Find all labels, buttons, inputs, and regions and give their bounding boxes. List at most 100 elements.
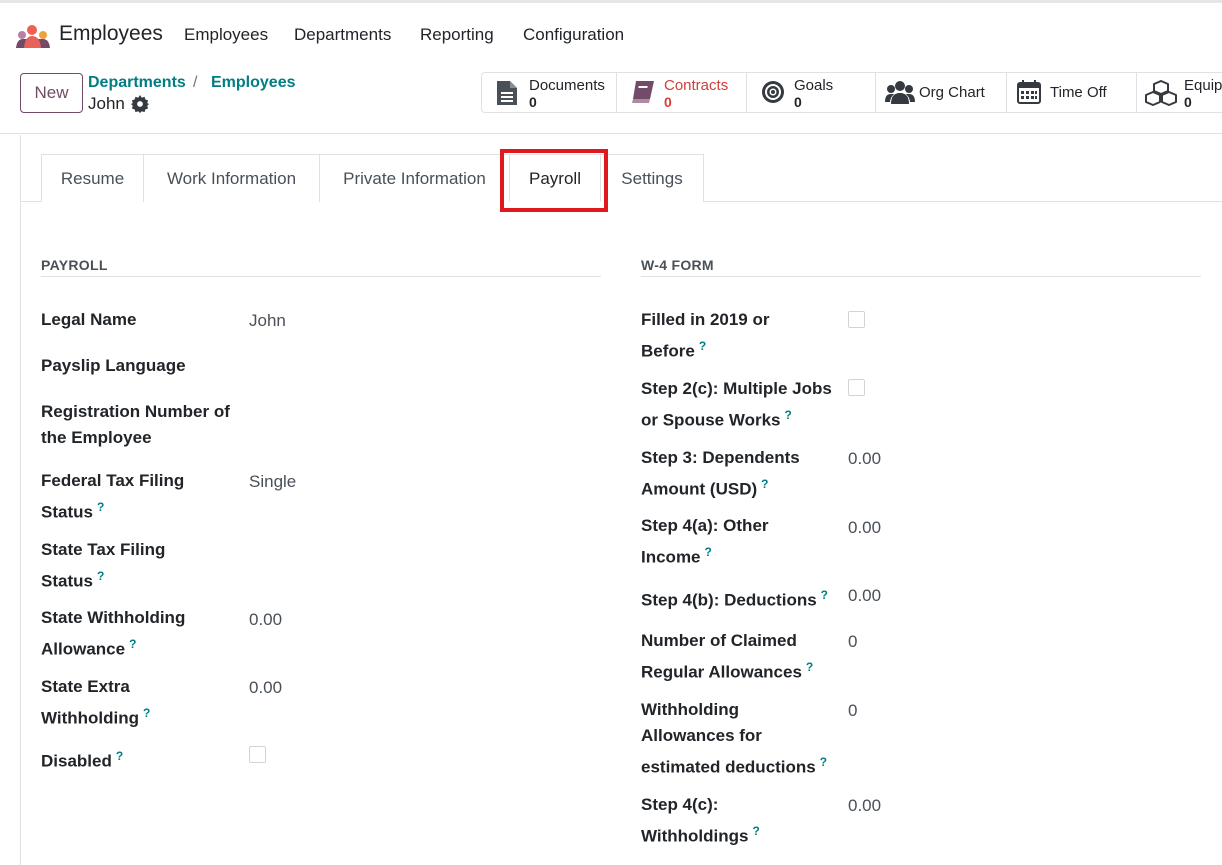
time-off-smart-button[interactable]: Time Off (1007, 73, 1137, 112)
help-tooltip-icon[interactable]: ? (143, 706, 150, 720)
file-text-icon (497, 81, 517, 105)
help-tooltip-icon[interactable]: ? (705, 545, 712, 559)
app-title[interactable]: Employees (59, 22, 163, 46)
smart-button-label: Documents (529, 77, 605, 94)
field-label-text: Legal Name (41, 310, 137, 329)
disabled-checkbox[interactable] (249, 746, 266, 763)
field-label-text: Disabled (41, 751, 112, 771)
help-tooltip-icon[interactable]: ? (821, 588, 828, 602)
equipment-smart-button[interactable]: Equipment 0 (1137, 73, 1222, 112)
section-divider (41, 276, 601, 277)
menu-departments[interactable]: Departments (294, 25, 391, 45)
filled-2019-checkbox[interactable] (848, 311, 865, 328)
dependents-amount-label: Step 3: Dependents Amount (USD)? (641, 445, 836, 503)
top-navbar: Employees Employees Departments Reportin… (0, 0, 1222, 68)
deductions-label: Step 4(b): Deductions? (641, 582, 841, 614)
registration-number-label: Registration Number of the Employee (41, 399, 241, 451)
withholding-allowances-field[interactable]: 0 (848, 698, 857, 724)
gear-icon[interactable] (131, 95, 149, 113)
field-label-text: Step 4(c): Withholdings (641, 795, 749, 846)
field-label-text: Step 4(a): Other Income (641, 516, 769, 567)
users-icon (885, 81, 915, 104)
field-label-text: State Extra Withholding (41, 677, 140, 728)
smart-button-label: Time Off (1050, 84, 1107, 101)
state-extra-withholding-field[interactable]: 0.00 (249, 675, 282, 701)
payroll-section-title: PAYROLL (41, 257, 108, 273)
field-label-text: Registration Number of the Employee (41, 402, 230, 447)
calendar-icon (1017, 80, 1041, 104)
tab-settings[interactable]: Settings (600, 154, 704, 202)
multiple-jobs-checkbox[interactable] (848, 379, 865, 396)
payslip-language-field[interactable] (249, 353, 549, 379)
state-withholding-allowance-field[interactable]: 0.00 (249, 607, 282, 633)
field-label-text: Withholding Allowances for estimated ded… (641, 700, 816, 777)
other-income-label: Step 4(a): Other Income? (641, 513, 836, 571)
smart-button-count: 0 (1184, 94, 1192, 110)
help-tooltip-icon[interactable]: ? (820, 755, 827, 769)
filled-2019-label: Filled in 2019 or Before? (641, 307, 836, 365)
highlight-box (500, 149, 608, 212)
federal-tax-filing-status-label: Federal Tax Filing Status? (41, 468, 201, 526)
help-tooltip-icon[interactable]: ? (129, 637, 136, 651)
field-label-text: Step 2(c): Multiple Jobs or Spouse Works (641, 379, 832, 430)
smart-button-label: Org Chart (919, 84, 985, 101)
record-name: John (88, 94, 125, 113)
menu-configuration[interactable]: Configuration (523, 25, 624, 45)
cubes-icon (1145, 80, 1177, 106)
state-tax-filing-status-label: State Tax Filing Status? (41, 537, 201, 595)
new-button[interactable]: New (20, 73, 83, 113)
book-icon (632, 81, 654, 103)
withholdings-field[interactable]: 0.00 (848, 793, 881, 819)
claimed-allowances-field[interactable]: 0 (848, 629, 857, 655)
employees-app-icon[interactable] (15, 24, 51, 50)
tab-resume[interactable]: Resume (41, 154, 144, 202)
state-extra-withholding-label: State Extra Withholding? (41, 674, 201, 732)
legal-name-field[interactable]: John (249, 308, 286, 334)
documents-smart-button[interactable]: Documents 0 (482, 73, 617, 112)
org-chart-smart-button[interactable]: Org Chart (876, 73, 1007, 112)
federal-tax-filing-status-select[interactable]: Single (249, 469, 296, 495)
help-tooltip-icon[interactable]: ? (97, 569, 104, 583)
help-tooltip-icon[interactable]: ? (116, 749, 123, 763)
menu-employees[interactable]: Employees (184, 25, 268, 45)
disabled-label: Disabled? (41, 743, 201, 775)
registration-number-field[interactable] (249, 399, 549, 425)
form-sheet-border (20, 135, 21, 865)
breadcrumb-departments[interactable]: Departments (88, 74, 186, 92)
help-tooltip-icon[interactable]: ? (699, 339, 706, 353)
tab-private-information[interactable]: Private Information (319, 154, 510, 202)
state-withholding-allowance-label: State Withholding Allowance? (41, 605, 201, 663)
multiple-jobs-label: Step 2(c): Multiple Jobs or Spouse Works… (641, 376, 836, 434)
claimed-allowances-label: Number of Claimed Regular Allowances? (641, 628, 836, 686)
smart-button-count: 0 (529, 94, 537, 110)
help-tooltip-icon[interactable]: ? (97, 500, 104, 514)
menu-reporting[interactable]: Reporting (420, 25, 494, 45)
breadcrumb-employees[interactable]: Employees (211, 74, 295, 92)
help-tooltip-icon[interactable]: ? (761, 477, 768, 491)
withholdings-label: Step 4(c): Withholdings? (641, 792, 791, 850)
field-label-text: State Withholding Allowance (41, 608, 186, 659)
field-label-text: Payslip Language (41, 356, 186, 375)
smart-button-label: Equipment (1184, 77, 1222, 94)
field-label-text: Federal Tax Filing Status (41, 471, 185, 522)
other-income-field[interactable]: 0.00 (848, 515, 881, 541)
help-tooltip-icon[interactable]: ? (753, 824, 760, 838)
smart-buttons: Documents 0 Contracts 0 Goals 0 Org Char… (481, 72, 1222, 113)
smart-button-count: 0 (794, 94, 802, 110)
w4-section-title: W-4 FORM (641, 257, 714, 273)
smart-button-label: Goals (794, 77, 834, 94)
contracts-smart-button[interactable]: Contracts 0 (617, 73, 747, 112)
help-tooltip-icon[interactable]: ? (806, 660, 813, 674)
deductions-field[interactable]: 0.00 (848, 583, 881, 609)
dependents-amount-field[interactable]: 0.00 (848, 446, 881, 472)
tab-work-information[interactable]: Work Information (143, 154, 320, 202)
state-tax-filing-status-select[interactable] (249, 537, 549, 563)
help-tooltip-icon[interactable]: ? (785, 408, 792, 422)
bullseye-icon (762, 81, 784, 103)
field-label-text: Step 3: Dependents Amount (USD) (641, 448, 800, 499)
withholding-allowances-label: Withholding Allowances for estimated ded… (641, 697, 836, 781)
section-divider (641, 276, 1201, 277)
legal-name-label: Legal Name (41, 307, 241, 333)
goals-smart-button[interactable]: Goals 0 (747, 73, 876, 112)
payslip-language-label: Payslip Language (41, 353, 241, 379)
